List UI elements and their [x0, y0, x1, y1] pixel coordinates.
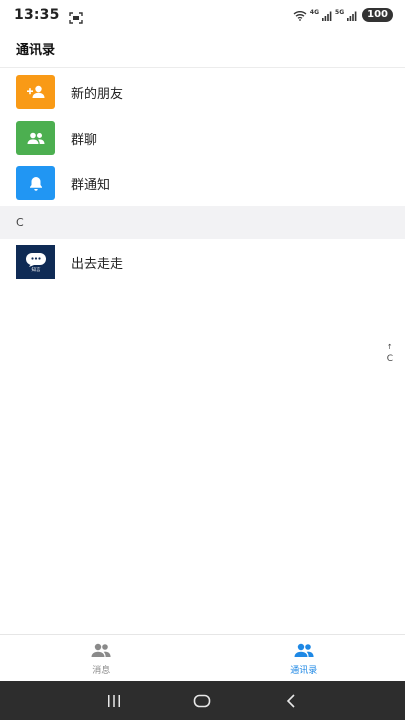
network-label-1: 4G [309, 8, 320, 16]
home-button[interactable] [187, 686, 217, 716]
group-chats-item[interactable]: 群聊 [0, 115, 405, 161]
signal-icon-2 [347, 6, 357, 25]
group-icon [16, 121, 55, 155]
tab-messages-label: 消息 [92, 665, 111, 676]
group-notifications-label: 群通知 [71, 177, 111, 193]
avatar-text: 知言 [31, 266, 40, 272]
back-button[interactable] [276, 686, 306, 716]
screen-record-icon [68, 9, 83, 24]
new-friends-label: 新的朋友 [71, 86, 124, 102]
contact-avatar: 知言 [16, 245, 55, 279]
alphabet-index-bar[interactable]: ↑ C [387, 341, 393, 365]
group-notifications-item[interactable]: 群通知 [0, 160, 405, 206]
contact-name: 出去走走 [71, 256, 124, 272]
add-person-icon [16, 75, 55, 109]
page-title: 通讯录 [16, 43, 56, 58]
bell-icon [16, 166, 55, 200]
recents-icon [108, 694, 121, 707]
tab-contacts-label: 通讯录 [290, 665, 318, 676]
network-label-2: 5G [335, 8, 345, 16]
group-chats-label: 群聊 [71, 132, 98, 148]
tab-contacts[interactable]: 通讯录 [203, 635, 405, 681]
page-header: 通讯录 [0, 30, 405, 68]
tab-messages[interactable]: 消息 [0, 635, 203, 681]
index-top-arrow[interactable]: ↑ [387, 341, 393, 353]
status-time: 13:35 [14, 7, 60, 23]
new-friends-item[interactable]: 新的朋友 [0, 69, 405, 115]
contacts-tab-icon [293, 643, 315, 662]
home-icon [194, 694, 211, 707]
contact-item[interactable]: 知言 出去走走 [0, 239, 405, 285]
messages-tab-icon [90, 643, 112, 662]
wifi-icon [293, 6, 307, 25]
battery-indicator: 100 [362, 8, 393, 22]
signal-icon-1 [322, 6, 332, 25]
status-bar: 13:35 4G 5G 100 [0, 0, 405, 30]
status-indicators: 4G 5G 100 [293, 6, 393, 25]
back-icon [286, 693, 295, 708]
system-nav-bar [0, 681, 405, 720]
recents-button[interactable] [99, 686, 129, 716]
index-letter-c[interactable]: C [387, 353, 393, 365]
bottom-tab-bar: 消息 通讯录 [0, 634, 405, 681]
section-header-c: C [0, 206, 405, 239]
